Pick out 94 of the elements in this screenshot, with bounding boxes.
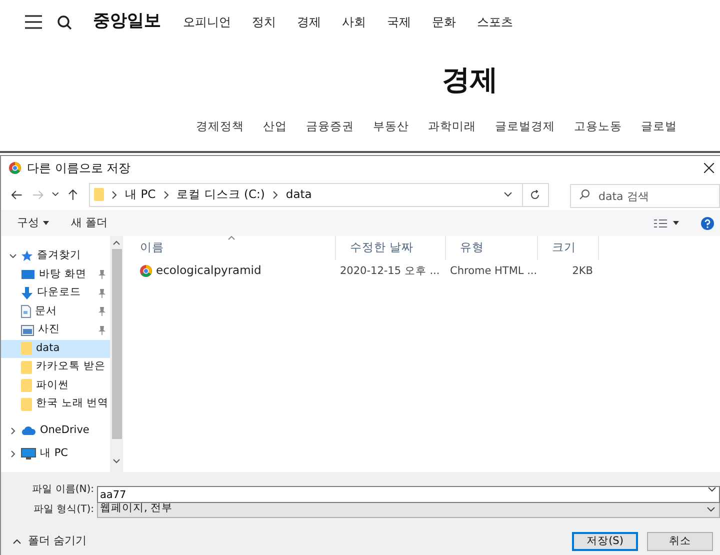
cancel-button[interactable]: 취소 xyxy=(647,532,713,551)
sidebar-item[interactable]: 다운로드 xyxy=(1,284,110,302)
file-name: ecologicalpyramid xyxy=(156,262,262,280)
sidebar-item[interactable]: data xyxy=(1,340,110,358)
chevron-right-icon[interactable] xyxy=(112,190,118,198)
sidebar-item[interactable]: 문서 xyxy=(1,302,110,321)
nav-link[interactable]: 정치 xyxy=(252,13,276,31)
subnav-link[interactable]: 글로벌 xyxy=(641,118,677,136)
sidebar-item[interactable]: 내 PC xyxy=(1,445,110,464)
pin-icon[interactable] xyxy=(98,326,106,335)
chrome-icon xyxy=(140,265,152,277)
organize-button[interactable]: 구성 xyxy=(17,214,49,232)
chevron-down-icon xyxy=(707,506,715,512)
save-button[interactable]: 저장(S) xyxy=(572,532,638,551)
pin-icon[interactable] xyxy=(98,270,106,280)
chevron-down-icon[interactable] xyxy=(113,459,120,464)
nav-link[interactable]: 스포츠 xyxy=(477,13,513,31)
subnav-link[interactable]: 과학미래 xyxy=(428,118,476,136)
breadcrumb[interactable]: 내 PC xyxy=(125,186,156,204)
folder-icon xyxy=(21,360,32,374)
desktop-icon xyxy=(21,268,35,281)
help-icon[interactable] xyxy=(701,216,714,230)
sidebar-item[interactable]: 바탕 화면 xyxy=(1,266,110,284)
search-icon[interactable] xyxy=(57,14,72,30)
download-arrow-icon xyxy=(21,286,33,300)
subnav-link[interactable]: 산업 xyxy=(263,118,287,136)
back-arrow-icon[interactable] xyxy=(11,190,23,200)
modified-date: 2020-12-15 오후 ... xyxy=(340,265,440,278)
chrome-icon xyxy=(9,162,21,174)
chevron-down-icon[interactable] xyxy=(504,192,512,197)
section-title: 경제 xyxy=(441,62,499,98)
breadcrumb[interactable]: 로컬 디스크 (C:) xyxy=(176,186,265,204)
folder-icon xyxy=(21,398,32,411)
subnav-link[interactable]: 경제정책 xyxy=(196,118,244,136)
up-arrow-icon[interactable] xyxy=(68,188,78,200)
nav-link[interactable]: 문화 xyxy=(432,13,456,31)
sidebar-item[interactable]: 사진 xyxy=(1,321,110,340)
chevron-right-icon[interactable] xyxy=(164,190,169,198)
chevron-down-icon[interactable] xyxy=(708,486,716,492)
photo-icon xyxy=(21,324,34,336)
view-list-icon[interactable] xyxy=(654,218,667,228)
site-logo[interactable]: 중앙일보 xyxy=(93,9,161,35)
menu-icon[interactable] xyxy=(25,15,42,29)
file-type-label: 파일 형식(T): xyxy=(32,502,95,516)
folder-icon xyxy=(21,342,32,356)
search-icon xyxy=(578,188,590,200)
subnav-link[interactable]: 금융증권 xyxy=(306,118,354,136)
sidebar-item[interactable]: 카카오톡 받은 xyxy=(1,358,110,376)
column-header[interactable]: 수정한 날짜 xyxy=(336,236,446,260)
caret-icon xyxy=(43,221,49,225)
pin-icon[interactable] xyxy=(98,307,106,316)
document-icon xyxy=(21,305,31,318)
pin-icon[interactable] xyxy=(98,288,106,298)
address-bar[interactable]: 내 PC 로컬 디스크 (C:) data xyxy=(89,182,548,206)
breadcrumb[interactable]: data xyxy=(286,186,312,204)
close-icon[interactable] xyxy=(704,162,714,172)
subnav-link[interactable]: 부동산 xyxy=(373,118,409,136)
chevron-right-icon[interactable] xyxy=(272,190,278,198)
search-field[interactable]: data 검색 xyxy=(570,184,720,208)
subnav-link[interactable]: 고용노동 xyxy=(574,118,622,136)
chevron-up-icon xyxy=(13,539,21,544)
column-header[interactable]: 유형 xyxy=(446,236,538,260)
computer-icon xyxy=(21,448,36,460)
chevron-down-icon[interactable] xyxy=(52,192,60,197)
chevron-right-icon[interactable] xyxy=(9,450,17,458)
sidebar-item[interactable]: 즐겨찾기 xyxy=(1,247,110,266)
nav-link[interactable]: 오피니언 xyxy=(183,13,231,31)
file-size: 2KB xyxy=(572,265,593,278)
sidebar-item[interactable]: 파이썬 xyxy=(1,376,110,395)
subnav-link[interactable]: 글로벌경제 xyxy=(495,118,555,136)
folder-icon xyxy=(94,188,104,201)
dialog-title: 다른 이름으로 저장 xyxy=(27,160,132,176)
file-type: Chrome HTML ... xyxy=(450,265,538,278)
chevron-right-icon[interactable] xyxy=(9,426,17,435)
sidebar-item[interactable]: 한국 노래 번역 xyxy=(1,395,110,414)
nav-link[interactable]: 경제 xyxy=(297,13,321,31)
new-folder-button[interactable]: 새 폴더 xyxy=(71,214,108,232)
nav-link[interactable]: 사회 xyxy=(342,13,366,31)
caret-icon[interactable] xyxy=(673,221,679,225)
sidebar-item[interactable]: OneDrive xyxy=(1,422,110,440)
nav-link[interactable]: 국제 xyxy=(387,13,411,31)
refresh-icon[interactable] xyxy=(530,190,540,200)
chevron-up-icon[interactable] xyxy=(113,240,120,245)
star-icon xyxy=(21,250,33,262)
chevron-down-icon[interactable] xyxy=(9,252,17,260)
column-header[interactable]: 이름 xyxy=(126,236,336,260)
scrollbar[interactable] xyxy=(110,236,123,472)
file-name-label: 파일 이름(N): xyxy=(31,482,95,496)
cloud-icon xyxy=(21,426,36,436)
file-name-field[interactable]: aa77 xyxy=(97,486,720,503)
hide-folders-button[interactable]: 폴더 숨기기 xyxy=(13,533,86,550)
folder-icon xyxy=(21,379,32,392)
column-header[interactable]: 크기 xyxy=(538,236,599,260)
file-row[interactable]: ecologicalpyramid 2020-12-15 오후 ... Chrome HTML ... 2KB xyxy=(126,260,720,282)
